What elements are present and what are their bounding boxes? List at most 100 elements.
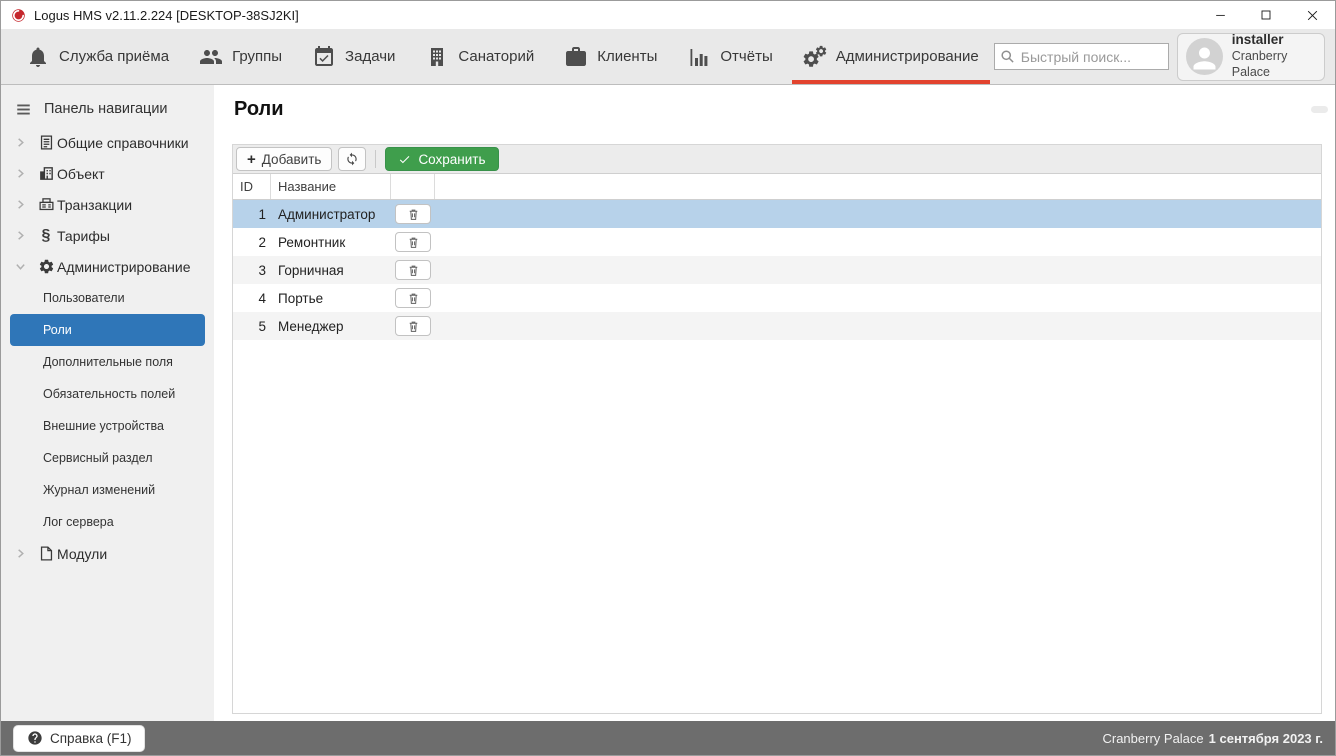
help-icon — [28, 731, 42, 745]
save-button-label: Сохранить — [418, 151, 486, 167]
users-icon — [200, 49, 223, 64]
sidebar-section-label: Администрирование — [57, 258, 191, 275]
tab-label: Отчёты — [720, 48, 773, 65]
toolbar-separator — [375, 150, 377, 168]
refresh-button[interactable] — [338, 147, 367, 171]
tab-label: Группы — [232, 48, 283, 65]
table-row[interactable]: 2 Ремонтник — [233, 228, 1321, 256]
chevron-right-icon — [18, 138, 24, 147]
sidebar-item-roles[interactable]: Роли — [10, 314, 205, 346]
column-header-name[interactable]: Название — [271, 174, 391, 199]
tab-clients[interactable]: Клиенты — [549, 29, 672, 84]
gear-icon — [37, 258, 55, 276]
role-name: Менеджер — [278, 318, 344, 334]
nav-panel-title: Панель навигации — [44, 101, 168, 117]
person-icon — [1193, 47, 1216, 70]
title-bar: Logus HMS v2.11.2.224 [DESKTOP-38SJ2KI] — [1, 1, 1335, 29]
help-button[interactable]: Справка (F1) — [13, 724, 146, 752]
maximize-icon — [1261, 10, 1271, 20]
bar-chart-icon — [690, 48, 708, 66]
delete-role-button[interactable] — [395, 288, 431, 308]
tab-reports[interactable]: Отчёты — [672, 29, 787, 84]
sidebar-item-service-section[interactable]: Сервисный раздел — [10, 442, 205, 474]
current-date: 1 сентября 2023 г. — [1208, 730, 1323, 746]
user-name: installer — [1231, 32, 1284, 48]
sidebar-item-external-devices[interactable]: Внешние устройства — [10, 410, 205, 442]
table-row[interactable]: 1 Администратор — [233, 200, 1321, 228]
sidebar-item-server-log[interactable]: Лог сервера — [10, 506, 205, 538]
sidebar-section-label: Тарифы — [57, 227, 110, 244]
sidebar-section-object[interactable]: Объект — [1, 158, 214, 189]
refresh-icon — [347, 152, 358, 166]
delete-role-button[interactable] — [395, 204, 431, 224]
user-card[interactable]: installer Cranberry Palace — [1176, 32, 1325, 81]
sidebar: Панель навигации Общие справочники Объек… — [1, 85, 214, 722]
sidebar-item-label: Лог сервера — [43, 515, 114, 529]
tab-label: Служба приёма — [59, 48, 170, 65]
tab-administration[interactable]: Администрирование — [788, 29, 994, 84]
table-row[interactable]: 4 Портье — [233, 284, 1321, 312]
sidebar-section-transactions[interactable]: Транзакции — [1, 189, 214, 220]
main-toolbar: Служба приёма Группы Задачи Санаторий Кл… — [1, 29, 1335, 85]
tab-sanatorium[interactable]: Санаторий — [410, 29, 549, 84]
delete-role-button[interactable] — [395, 232, 431, 252]
plus-icon: + — [247, 150, 256, 168]
sidebar-section-label: Объект — [57, 165, 105, 182]
status-info: Cranberry Palace 1 сентября 2023 г. — [1102, 731, 1323, 746]
tab-groups[interactable]: Группы — [184, 29, 297, 84]
close-button[interactable] — [1289, 1, 1335, 29]
role-id: 4 — [258, 290, 266, 306]
sidebar-section-tariffs[interactable]: § Тарифы — [1, 220, 214, 251]
add-button-label: Добавить — [261, 151, 322, 167]
sidebar-item-label: Журнал изменений — [43, 483, 156, 497]
briefcase-icon — [566, 46, 587, 66]
role-name: Горничная — [278, 262, 344, 278]
sidebar-item-change-log[interactable]: Журнал изменений — [10, 474, 205, 506]
column-header-actions[interactable] — [391, 174, 435, 199]
tab-front-office[interactable]: Служба приёма — [11, 29, 184, 84]
building-icon — [431, 47, 444, 66]
quick-search — [993, 43, 1169, 70]
status-bar: Справка (F1) Cranberry Palace 1 сентября … — [1, 721, 1335, 755]
role-id: 2 — [258, 234, 266, 250]
sidebar-item-label: Сервисный раздел — [43, 451, 153, 465]
delete-role-button[interactable] — [395, 316, 431, 336]
trash-icon — [409, 265, 417, 276]
table-row[interactable]: 3 Горничная — [233, 256, 1321, 284]
sidebar-item-label: Дополнительные поля — [43, 355, 173, 369]
sidebar-item-users[interactable]: Пользователи — [10, 282, 205, 314]
avatar — [1185, 38, 1223, 75]
save-button[interactable]: Сохранить — [385, 147, 499, 171]
window-controls — [1197, 1, 1335, 29]
tab-tasks[interactable]: Задачи — [297, 29, 410, 84]
table-row[interactable]: 5 Менеджер — [233, 312, 1321, 340]
gears-icon — [803, 45, 826, 67]
sidebar-section-dictionaries[interactable]: Общие справочники — [1, 127, 214, 158]
sidebar-item-label: Роли — [43, 323, 72, 337]
sidebar-item-additional-fields[interactable]: Дополнительные поля — [10, 346, 205, 378]
delete-role-button[interactable] — [395, 260, 431, 280]
role-name: Ремонтник — [278, 234, 346, 250]
app-logo-icon — [12, 8, 25, 22]
maximize-button[interactable] — [1243, 1, 1289, 29]
nav-panel-header[interactable]: Панель навигации — [1, 95, 214, 127]
role-id: 5 — [258, 318, 266, 334]
role-id: 3 — [258, 262, 266, 278]
sidebar-section-modules[interactable]: Модули — [1, 538, 214, 569]
column-header-id[interactable]: ID — [233, 174, 271, 199]
trash-icon — [409, 293, 417, 304]
minimize-button[interactable] — [1197, 1, 1243, 29]
property-name: Cranberry Palace — [1102, 730, 1204, 746]
search-input[interactable] — [993, 43, 1169, 70]
sidebar-section-label: Общие справочники — [57, 134, 189, 151]
sidebar-item-required-fields[interactable]: Обязательность полей — [10, 378, 205, 410]
tab-label: Санаторий — [458, 48, 535, 65]
trash-icon — [409, 321, 417, 332]
scroll-hint — [1311, 106, 1328, 113]
sidebar-section-administration[interactable]: Администрирование — [1, 251, 214, 282]
sidebar-item-label: Обязательность полей — [43, 387, 176, 401]
add-button[interactable]: + Добавить — [236, 147, 333, 171]
check-icon — [400, 155, 410, 163]
module-icon — [37, 545, 55, 563]
sidebar-item-label: Пользователи — [43, 291, 125, 305]
